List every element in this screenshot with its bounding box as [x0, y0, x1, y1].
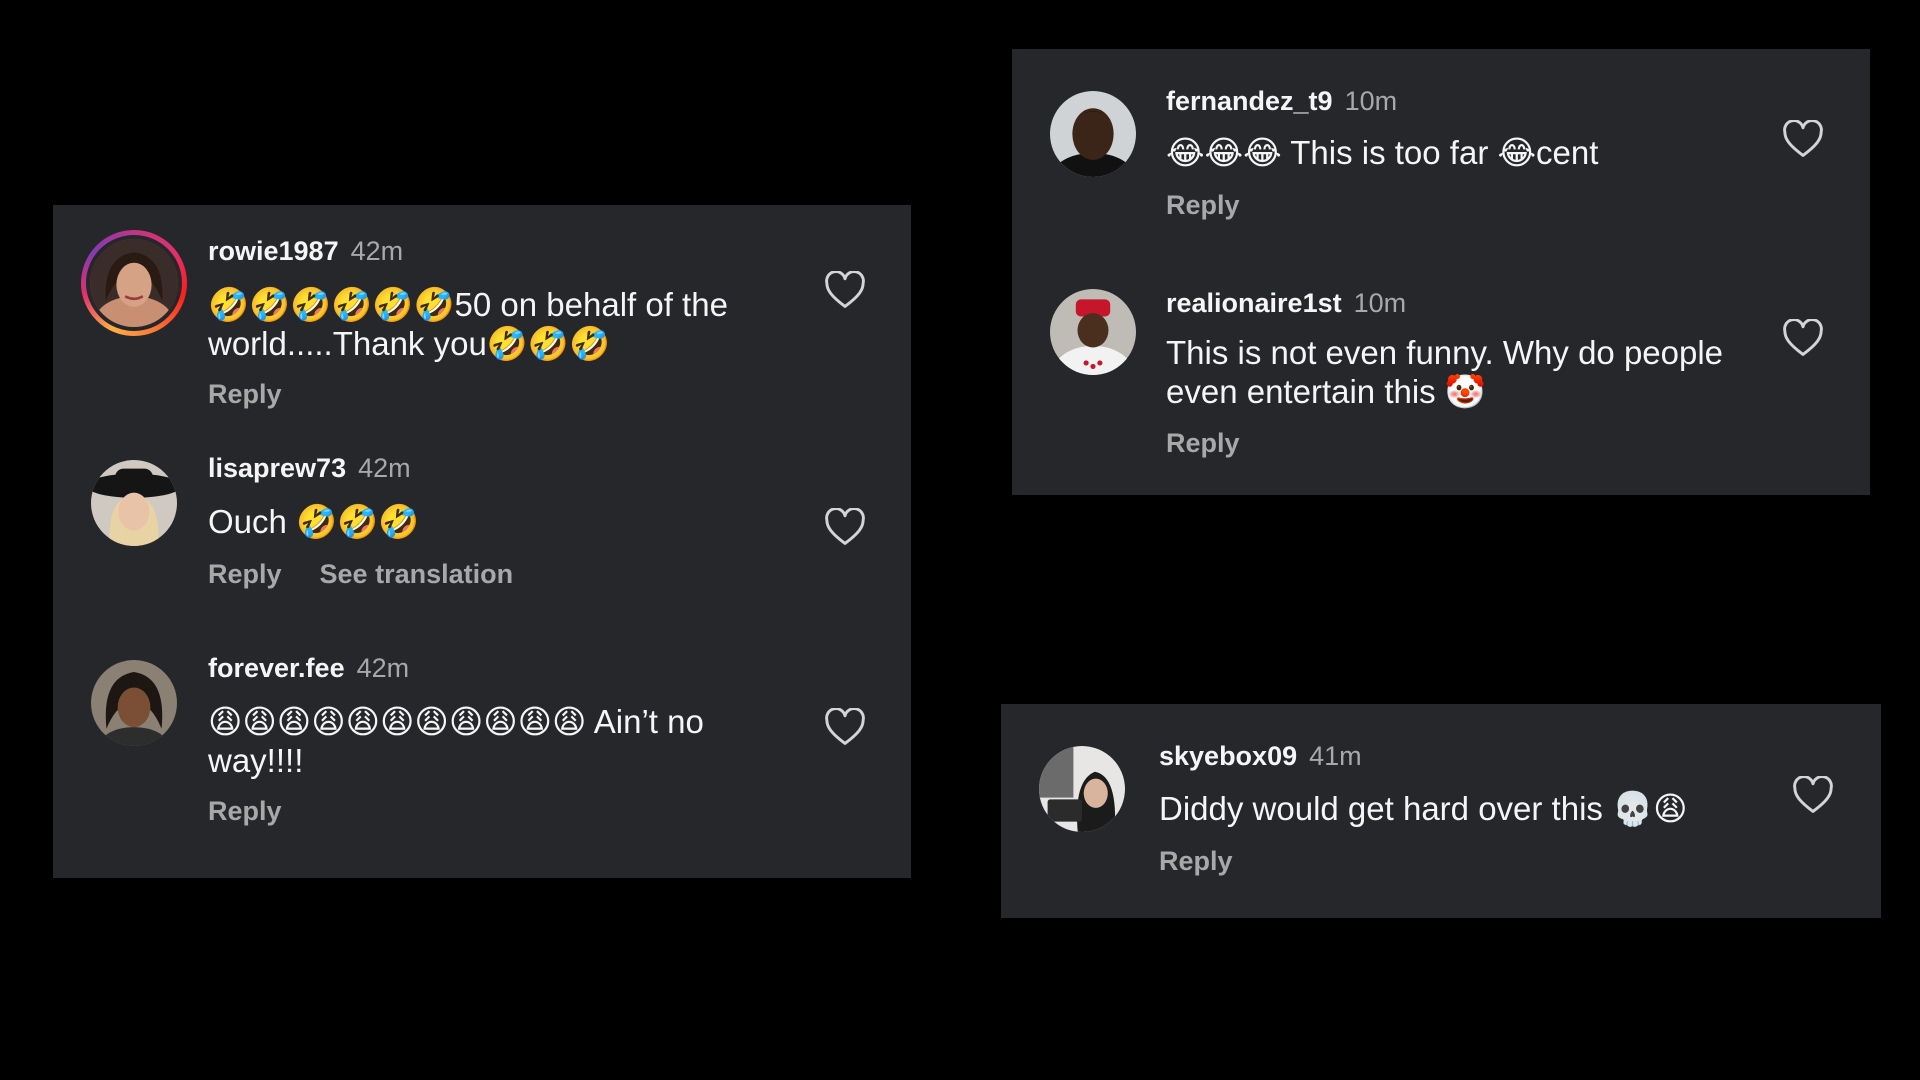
comment-item: fernandez_t9 10m 😂😂😂 This is too far 😂cen…: [1012, 49, 1870, 249]
comment-text: 🤣🤣🤣🤣🤣🤣50 on behalf of the world.....Than…: [208, 286, 738, 362]
avatar[interactable]: [91, 660, 177, 746]
reply-button[interactable]: Reply: [208, 796, 282, 826]
comment-actions: Reply See translation: [208, 558, 513, 590]
heart-outline-icon[interactable]: [824, 708, 866, 746]
username[interactable]: fernandez_t9: [1166, 86, 1333, 116]
comment-meta: rowie1987 42m: [208, 235, 403, 267]
comments-panel-bottom-right: skyebox09 41m Diddy would get hard over t…: [1001, 704, 1881, 918]
comment-text: Diddy would get hard over this 💀😩: [1159, 790, 1688, 827]
username[interactable]: skyebox09: [1159, 741, 1297, 771]
comment-time: 42m: [350, 236, 404, 266]
heart-outline-icon[interactable]: [1792, 776, 1834, 814]
comment-time: 42m: [358, 453, 411, 483]
comment-meta: fernandez_t9 10m: [1166, 85, 1397, 117]
avatar-image: [91, 460, 177, 546]
comment-meta: skyebox09 41m: [1159, 740, 1362, 772]
reply-button[interactable]: Reply: [1166, 428, 1240, 458]
comments-panel-top-right: fernandez_t9 10m 😂😂😂 This is too far 😂cen…: [1012, 49, 1870, 495]
comment-item: skyebox09 41m Diddy would get hard over t…: [1001, 704, 1881, 918]
comment-actions: Reply: [208, 795, 282, 827]
avatar-image: [1039, 746, 1125, 832]
comment-actions: Reply: [1166, 189, 1240, 221]
comment-time: 42m: [356, 653, 410, 683]
comment-actions: Reply: [1159, 845, 1233, 877]
comment-time: 41m: [1309, 741, 1362, 771]
comment-meta: realionaire1st 10m: [1166, 287, 1406, 319]
comment-actions: Reply: [208, 378, 282, 410]
comment-meta: lisaprew73 42m: [208, 452, 411, 484]
comment-item: rowie1987 42m 🤣🤣🤣🤣🤣🤣50 on behalf of the w…: [53, 205, 911, 425]
reply-button[interactable]: Reply: [208, 559, 282, 589]
avatar[interactable]: [1039, 746, 1125, 832]
reply-button[interactable]: Reply: [1166, 190, 1240, 220]
see-translation-button[interactable]: See translation: [320, 559, 514, 589]
avatar[interactable]: [1050, 289, 1136, 375]
username[interactable]: realionaire1st: [1166, 288, 1342, 318]
avatar-image: [1050, 91, 1136, 177]
comment-text: Ouch 🤣🤣🤣: [208, 503, 420, 540]
comment-time: 10m: [1353, 288, 1407, 318]
reply-button[interactable]: Reply: [208, 379, 282, 409]
avatar-image: [91, 660, 177, 746]
heart-outline-icon[interactable]: [1782, 120, 1824, 158]
comments-panel-left: rowie1987 42m 🤣🤣🤣🤣🤣🤣50 on behalf of the w…: [53, 205, 911, 878]
avatar-image: [1050, 289, 1136, 375]
comment-text: 😂😂😂 This is too far 😂cent: [1166, 134, 1599, 171]
avatar[interactable]: [91, 460, 177, 546]
comment-item: forever.fee 42m 😩😩😩😩😩😩😩😩😩😩😩 Ain’t no way!…: [53, 625, 911, 878]
comment-time: 10m: [1344, 86, 1398, 116]
comment-item: lisaprew73 42m Ouch 🤣🤣🤣 Reply See translat…: [53, 425, 911, 625]
username[interactable]: lisaprew73: [208, 453, 346, 483]
comment-text: 😩😩😩😩😩😩😩😩😩😩😩 Ain’t no way!!!!: [208, 703, 714, 779]
reply-button[interactable]: Reply: [1159, 846, 1233, 876]
comment-meta: forever.fee 42m: [208, 652, 409, 684]
comment-actions: Reply: [1166, 427, 1240, 459]
heart-outline-icon[interactable]: [824, 271, 866, 309]
avatar-image: [90, 239, 178, 327]
heart-outline-icon[interactable]: [824, 508, 866, 546]
heart-outline-icon[interactable]: [1782, 319, 1824, 357]
username[interactable]: forever.fee: [208, 653, 345, 683]
comment-text: This is not even funny. Why do people ev…: [1166, 334, 1733, 410]
comment-item: realionaire1st 10m This is not even funny…: [1012, 249, 1870, 495]
avatar[interactable]: [1050, 91, 1136, 177]
avatar-story-ring[interactable]: [81, 230, 187, 336]
username[interactable]: rowie1987: [208, 236, 339, 266]
